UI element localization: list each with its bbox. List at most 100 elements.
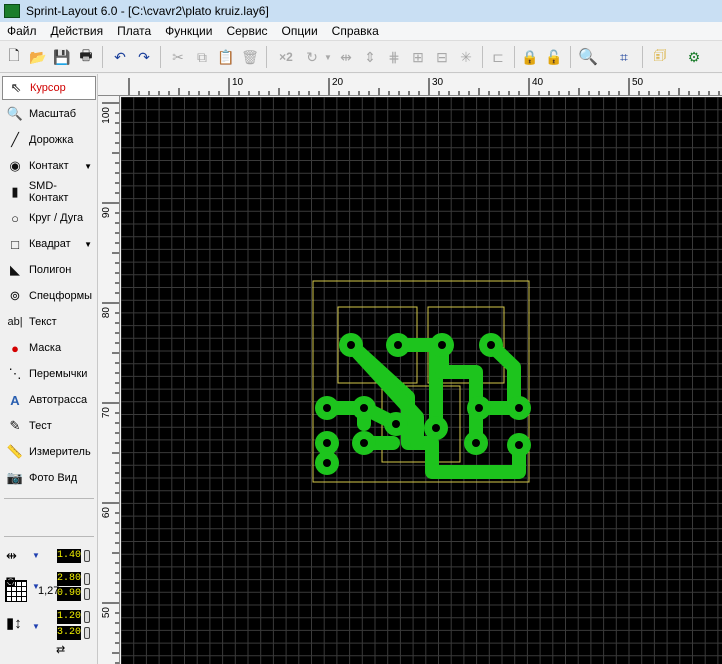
title-bar: Sprint-Layout 6.0 - [C:\cvavr2\plato kru… [0, 0, 722, 22]
ruler-label: 10 [232, 77, 244, 88]
ruler-label: 50 [632, 77, 644, 88]
pcb-layout[interactable] [121, 97, 722, 664]
tool-label: Автотрасса [29, 394, 88, 406]
app-icon [4, 4, 20, 18]
smd-height-value[interactable]: 3.20 [57, 626, 81, 640]
dropdown-arrow-icon[interactable]: ▼ [84, 240, 92, 249]
drill-hole [515, 441, 523, 449]
pin-icon[interactable] [84, 611, 90, 623]
redo-icon[interactable]: ↷ [134, 47, 154, 67]
mirror-horizontal-icon[interactable]: ⇹ [336, 47, 356, 67]
menu-bar: Файл Действия Плата Функции Сервис Опции… [0, 22, 722, 41]
jumper-icon: ⋱ [8, 366, 22, 381]
autoroute-icon: A [10, 392, 20, 408]
tool-jumper[interactable]: ⋱ Перемычки [2, 362, 96, 386]
drill-hole [323, 459, 331, 467]
toolbar-separator [570, 46, 571, 68]
lock-icon[interactable]: 🔒 [520, 47, 540, 67]
swap-icon[interactable]: ⇄ [56, 643, 65, 656]
toolbar-separator [102, 46, 103, 68]
snap-icon[interactable]: ✳ [456, 47, 476, 67]
ruler-label: 20 [332, 77, 344, 88]
smd-pad-icon: ▮ [11, 184, 19, 199]
align-icon[interactable]: ⋕ [384, 47, 404, 67]
tool-circle-arc[interactable]: ○ Круг / Дуга [2, 206, 96, 230]
smd-size-icon: ▮↕ [6, 615, 22, 632]
open-folder-icon[interactable]: 📂 [28, 47, 48, 67]
menu-options[interactable]: Опции [275, 24, 325, 38]
mirror-vertical-icon[interactable]: ⇕ [360, 47, 380, 67]
tool-zoom[interactable]: 🔍 Масштаб [2, 102, 96, 126]
menu-actions[interactable]: Действия [44, 24, 111, 38]
unlock-icon[interactable]: 🔓 [544, 47, 564, 67]
tool-sidebar: ⇖ Курсор 🔍 Масштаб ╱ Дорожка ◉ Контакт ▼… [0, 74, 98, 664]
pcb-canvas[interactable] [121, 97, 722, 664]
tool-measure[interactable]: 📏 Измеритель [2, 440, 96, 464]
new-file-icon[interactable]: 🗋 [4, 47, 24, 67]
tool-label: Тест [29, 420, 52, 432]
menu-board[interactable]: Плата [110, 24, 158, 38]
drill-hole [515, 404, 523, 412]
tool-text[interactable]: ab| Текст [2, 310, 96, 334]
pin-icon[interactable] [84, 550, 90, 562]
drill-hole [472, 439, 480, 447]
drill-hole [432, 424, 440, 432]
tool-photo-view[interactable]: 📷 Фото Вид [2, 466, 96, 490]
tool-test[interactable]: ✎ Тест [2, 414, 96, 438]
dropdown-arrow-icon[interactable]: ▼ [84, 162, 92, 171]
tool-track[interactable]: ╱ Дорожка [2, 128, 96, 152]
text-icon: ab| [7, 316, 23, 328]
export-icon[interactable]: 🗊 [650, 47, 670, 67]
menu-help[interactable]: Справка [325, 24, 386, 38]
measure-icon: 📏 [6, 444, 24, 459]
drill-hole [347, 341, 355, 349]
tool-label: Контакт [29, 160, 69, 172]
tool-polygon[interactable]: ◣ Полигон [2, 258, 96, 282]
duplicate-icon[interactable]: ×2 [272, 47, 300, 67]
print-icon[interactable]: 🖶 [76, 47, 96, 67]
pin-icon[interactable] [84, 588, 90, 600]
tool-autoroute[interactable]: A Автотрасса [2, 388, 96, 412]
save-icon[interactable]: 💾 [52, 47, 72, 67]
tool-special-forms[interactable]: ⊚ Спецформы [2, 284, 96, 308]
drill-hole [360, 404, 368, 412]
cut-icon[interactable]: ✂ [168, 47, 188, 67]
tool-label: Квадрат [29, 238, 71, 250]
tool-cursor[interactable]: ⇖ Курсор [2, 76, 96, 100]
tool-label: Дорожка [29, 134, 74, 146]
special-forms-icon: ⊚ [9, 288, 21, 303]
pad-inner-value[interactable]: 0.90 [57, 587, 81, 601]
zoom-icon: 🔍 [6, 106, 24, 121]
menu-functions[interactable]: Функции [158, 24, 219, 38]
component-icon[interactable]: ⊏ [488, 47, 508, 67]
sidebar-separator [4, 498, 94, 499]
smd-width-value[interactable]: 1.20 [57, 610, 81, 624]
menu-file[interactable]: Файл [0, 24, 44, 38]
ungroup-icon[interactable]: ⊟ [432, 47, 452, 67]
pad-outer-value[interactable]: 2.80 [57, 572, 81, 586]
dropdown-arrow-icon[interactable]: ▼ [32, 622, 40, 631]
toolbar-separator [642, 46, 643, 68]
dropdown-arrow-icon[interactable]: ▼ [32, 551, 40, 560]
ruler-label: 70 [101, 407, 112, 419]
pin-icon[interactable] [84, 573, 90, 585]
zoom-icon[interactable]: 🔍 [578, 47, 598, 67]
tool-square[interactable]: □ Квадрат ▼ [2, 232, 96, 256]
paste-icon[interactable]: 📋 [216, 47, 236, 67]
tool-smd-pad[interactable]: ▮ SMD-Контакт [2, 180, 96, 204]
delete-icon[interactable]: 🗑 [240, 47, 260, 67]
dropdown-arrow-icon[interactable]: ▼ [32, 582, 40, 591]
pin-icon[interactable] [84, 627, 90, 639]
track-width-value[interactable]: 1.40 [57, 549, 81, 563]
crop-icon[interactable]: ⌗ [614, 47, 634, 67]
tool-mask[interactable]: ● Маска [2, 336, 96, 360]
menu-service[interactable]: Сервис [219, 24, 274, 38]
copy-icon[interactable]: ⧉ [192, 47, 212, 67]
tool-label: Масштаб [29, 108, 77, 120]
rotate-menu-icon[interactable]: ▼ [318, 47, 338, 67]
undo-icon[interactable]: ↶ [110, 47, 130, 67]
tool-pad[interactable]: ◉ Контакт ▼ [2, 154, 96, 178]
polygon-icon: ◣ [10, 262, 20, 277]
group-icon[interactable]: ⊞ [408, 47, 428, 67]
chip-icon[interactable]: ⚙ [684, 47, 704, 67]
